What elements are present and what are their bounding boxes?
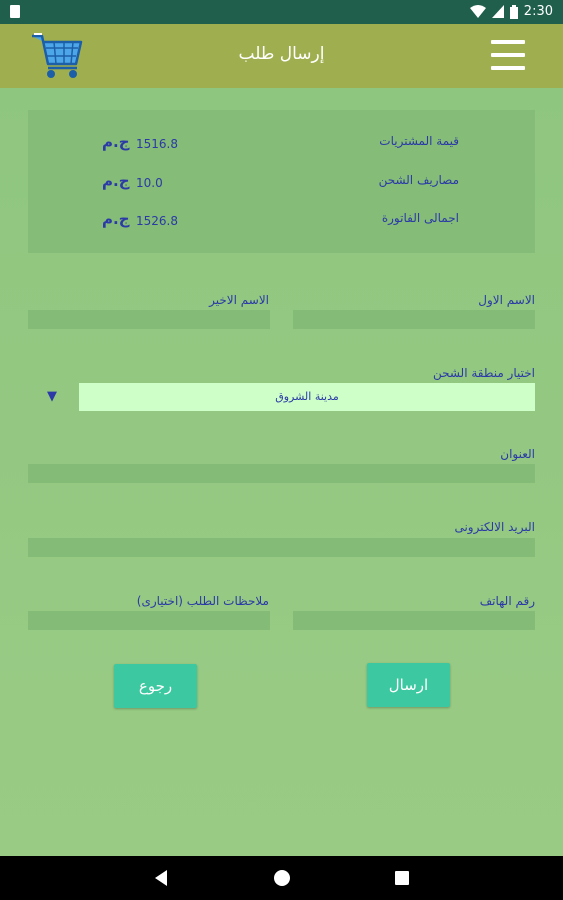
last-name-label: الاسم الاخير: [209, 293, 269, 307]
nav-back-icon[interactable]: [155, 870, 167, 886]
navigation-bar: [0, 856, 563, 900]
nav-recents-icon[interactable]: [395, 871, 409, 885]
dropdown-arrow-icon[interactable]: ▼: [47, 389, 57, 404]
email-field[interactable]: [28, 538, 535, 557]
order-summary: قيمة المشتريات 1516.8 ج.م مصاريف الشحن 1…: [28, 110, 535, 253]
summary-label: مصاريف الشحن: [378, 173, 459, 187]
summary-row-purchases: قيمة المشتريات 1516.8 ج.م: [28, 133, 535, 154]
currency-label: ج.م: [102, 210, 130, 228]
menu-icon[interactable]: [491, 40, 525, 70]
shipping-region-select[interactable]: مدينة الشروق: [79, 383, 535, 411]
summary-value: 10.0: [136, 176, 163, 190]
last-name-field[interactable]: [28, 310, 270, 329]
summary-value: 1526.8: [136, 214, 178, 228]
main-content: قيمة المشتريات 1516.8 ج.م مصاريف الشحن 1…: [0, 88, 563, 856]
address-label: العنوان: [500, 447, 535, 461]
shipping-region-label: اختيار منطقة الشحن: [432, 366, 535, 380]
order-notes-label: ملاحظات الطلب (اختيارى): [136, 594, 269, 608]
summary-value: 1516.8: [136, 137, 178, 151]
send-button[interactable]: ارسال: [367, 663, 450, 707]
currency-label: ج.م: [102, 133, 130, 151]
app-bar: إرسال طلب: [0, 24, 563, 88]
signal-icon: [491, 5, 504, 18]
status-time: 2:30: [523, 4, 553, 19]
order-notes-field[interactable]: [28, 611, 270, 630]
page-title: إرسال طلب: [238, 44, 325, 64]
summary-row-shipping: مصاريف الشحن 10.0 ج.م: [28, 172, 535, 193]
wifi-icon: [469, 5, 486, 18]
phone-field[interactable]: [293, 611, 535, 630]
summary-row-total: اجمالى الفاتورة 1526.8 ج.م: [28, 210, 535, 231]
phone-label: رقم الهاتف: [479, 594, 535, 608]
email-label: البريد الالكترونى: [454, 520, 535, 534]
battery-icon: [509, 4, 518, 19]
address-field[interactable]: [28, 464, 535, 483]
summary-label: اجمالى الفاتورة: [381, 211, 459, 225]
currency-label: ج.م: [102, 172, 130, 190]
back-button[interactable]: رجوع: [114, 664, 197, 708]
nav-home-icon[interactable]: [274, 870, 290, 886]
summary-label: قيمة المشتريات: [379, 134, 459, 148]
first-name-field[interactable]: [293, 310, 535, 329]
sim-card-icon: [10, 5, 20, 18]
first-name-label: الاسم الاول: [478, 293, 535, 307]
status-bar: 2:30: [0, 0, 563, 24]
